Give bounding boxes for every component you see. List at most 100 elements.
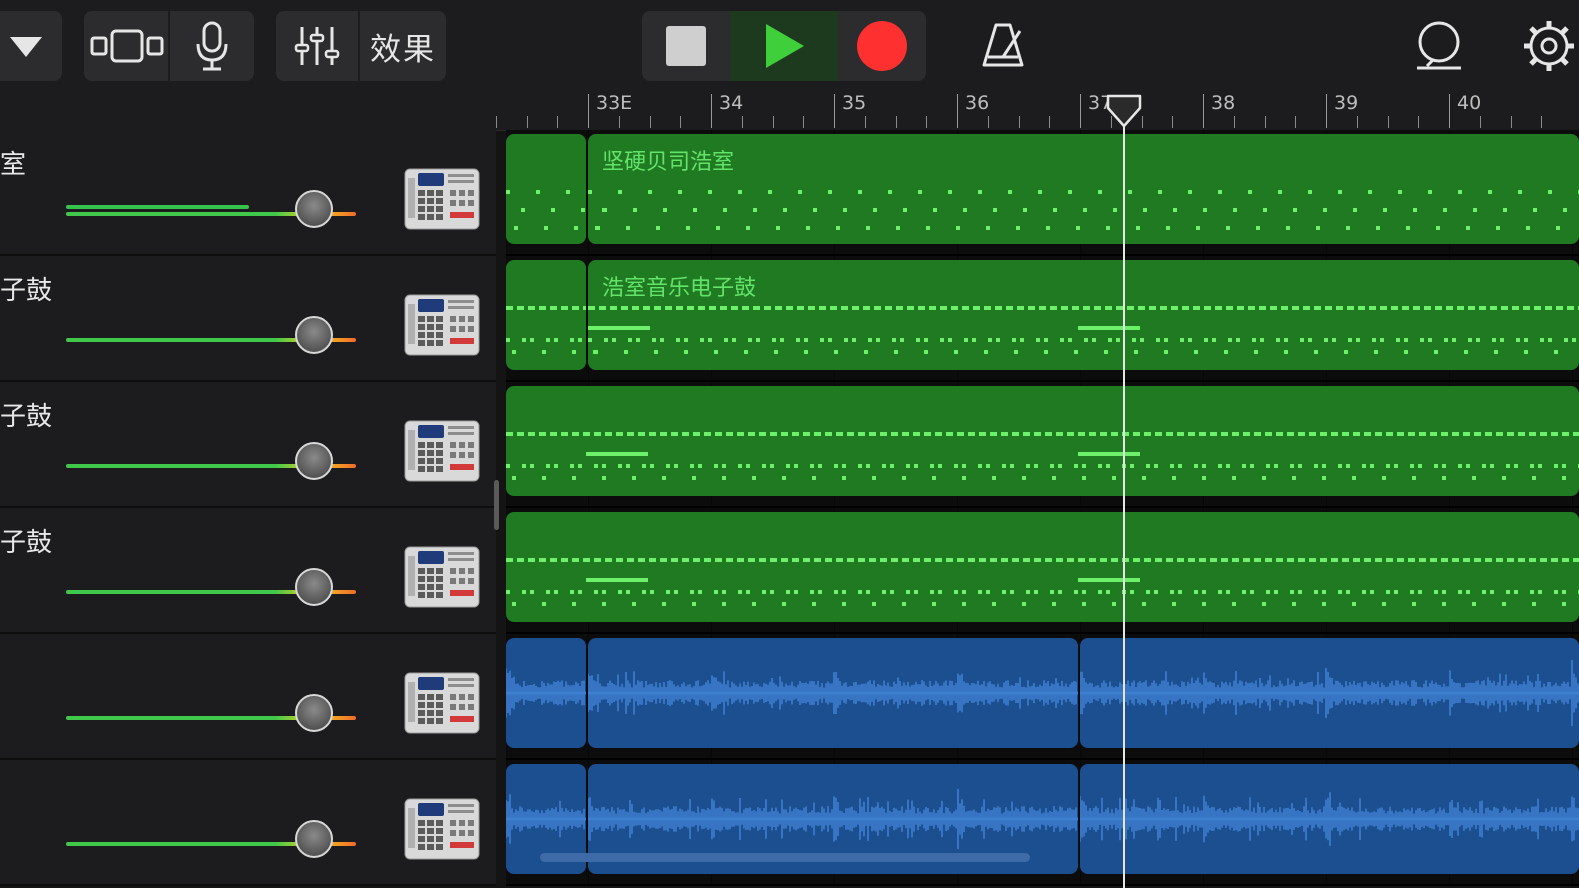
track-lane[interactable]	[506, 760, 1579, 886]
ruler-beat-tick	[1418, 116, 1420, 128]
ruler-beat-tick	[741, 116, 743, 128]
ruler-beat-tick	[649, 116, 651, 128]
midi-note-row	[506, 226, 586, 230]
horizontal-scroll-indicator[interactable]	[540, 853, 1030, 862]
ruler-beat-tick	[1387, 116, 1389, 128]
track-header[interactable]: 子鼓	[0, 508, 496, 634]
midi-note-row	[506, 350, 586, 354]
ruler-bar-tick	[1080, 94, 1081, 128]
track-header-spacer	[0, 92, 506, 131]
audio-region[interactable]	[1080, 638, 1579, 748]
microphone-button[interactable]	[170, 11, 254, 81]
ruler-bar-tick	[711, 94, 712, 128]
track-header[interactable]: 子鼓	[0, 256, 496, 382]
volume-knob[interactable]	[295, 568, 333, 606]
settings-button[interactable]	[1518, 11, 1579, 81]
ruler-bar-label: 33E	[596, 92, 633, 114]
audio-region[interactable]	[588, 638, 1078, 748]
midi-note-row	[506, 306, 586, 310]
midi-note-row	[506, 208, 586, 212]
midi-long-note	[1078, 452, 1140, 456]
midi-region[interactable]	[506, 134, 586, 244]
midi-note-row	[506, 432, 1579, 436]
drum-machine-icon	[404, 546, 480, 608]
track-lane[interactable]	[506, 634, 1579, 760]
audio-waveform	[506, 668, 586, 718]
volume-slider[interactable]	[66, 190, 366, 228]
track-header[interactable]: 子鼓	[0, 382, 496, 508]
ruler-beat-tick	[1264, 116, 1266, 128]
ruler-bar-label: 38	[1211, 92, 1236, 114]
dropdown-button[interactable]	[0, 11, 62, 81]
midi-note-row	[506, 602, 1579, 606]
track-lane[interactable]	[506, 508, 1579, 634]
volume-slider[interactable]	[66, 694, 366, 732]
timeline-ruler[interactable]: 33E 34 35 36 37 38 39 40	[495, 92, 1579, 131]
midi-note-row	[588, 226, 1579, 230]
playhead-handle-icon[interactable]	[1106, 94, 1142, 128]
ruler-beat-tick	[1233, 116, 1235, 128]
audio-region[interactable]	[1080, 764, 1579, 874]
track-lane[interactable]: 浩室音乐电子鼓	[506, 256, 1579, 382]
fx-button[interactable]: 效果	[360, 11, 446, 81]
midi-note-row	[506, 190, 586, 194]
mixer-sliders-icon	[294, 27, 340, 65]
ruler-beat-tick	[772, 116, 774, 128]
ruler-beat-tick	[895, 116, 897, 128]
view-toggle-button[interactable]	[84, 11, 168, 81]
track-lane[interactable]: 坚硬贝司浩室	[506, 130, 1579, 256]
ruler-beat-tick	[1541, 116, 1543, 128]
midi-region[interactable]	[506, 260, 586, 370]
track-header[interactable]	[0, 634, 496, 760]
midi-region[interactable]	[506, 386, 1579, 496]
mixer-button[interactable]	[276, 11, 358, 81]
midi-note-row	[506, 590, 1579, 594]
midi-long-note	[1078, 578, 1140, 582]
volume-knob[interactable]	[295, 442, 333, 480]
vertical-scroll-indicator[interactable]	[494, 480, 499, 530]
volume-knob[interactable]	[295, 190, 333, 228]
ruler-beat-tick	[1356, 116, 1358, 128]
metronome-icon	[982, 23, 1024, 67]
ruler-beat-tick	[864, 116, 866, 128]
ruler-bar-label: 35	[842, 92, 867, 114]
midi-long-note	[1078, 326, 1140, 330]
midi-region[interactable]: 坚硬贝司浩室	[588, 134, 1579, 244]
volume-slider[interactable]	[66, 442, 366, 480]
volume-slider[interactable]	[66, 316, 366, 354]
midi-note-row	[588, 338, 1579, 342]
midi-long-note	[586, 452, 648, 456]
audio-region[interactable]	[506, 638, 586, 748]
control-bar: 效果	[0, 0, 1579, 92]
fx-label: 效果	[370, 31, 436, 68]
record-button[interactable]	[838, 11, 926, 81]
track-header[interactable]: 室	[0, 130, 496, 256]
track-name: 室	[0, 150, 27, 180]
loop-button[interactable]	[1408, 11, 1470, 81]
transport-group	[642, 11, 926, 81]
metronome-button[interactable]	[972, 11, 1034, 81]
track-header[interactable]	[0, 760, 496, 886]
track-lane[interactable]	[506, 382, 1579, 508]
ruler-beat-tick	[618, 116, 620, 128]
audio-waveform	[588, 671, 1078, 715]
view-mic-group	[84, 11, 254, 81]
ruler-beat-tick	[1295, 116, 1297, 128]
volume-knob[interactable]	[295, 694, 333, 732]
volume-knob[interactable]	[295, 820, 333, 858]
stop-button[interactable]	[642, 11, 730, 81]
browser-group	[0, 11, 62, 81]
midi-region[interactable]: 浩室音乐电子鼓	[588, 260, 1579, 370]
ruler-beat-tick	[926, 116, 928, 128]
ruler-beat-tick	[1172, 116, 1174, 128]
volume-slider[interactable]	[66, 568, 366, 606]
playhead-line[interactable]	[1123, 100, 1125, 888]
play-button[interactable]	[730, 11, 838, 81]
volume-knob[interactable]	[295, 316, 333, 354]
settings-icon	[1524, 21, 1574, 71]
ruler-beat-tick	[557, 116, 559, 128]
midi-region[interactable]	[506, 512, 1579, 622]
volume-slider[interactable]	[66, 820, 366, 858]
play-icon	[766, 24, 804, 68]
ruler-bar-tick	[588, 94, 589, 128]
